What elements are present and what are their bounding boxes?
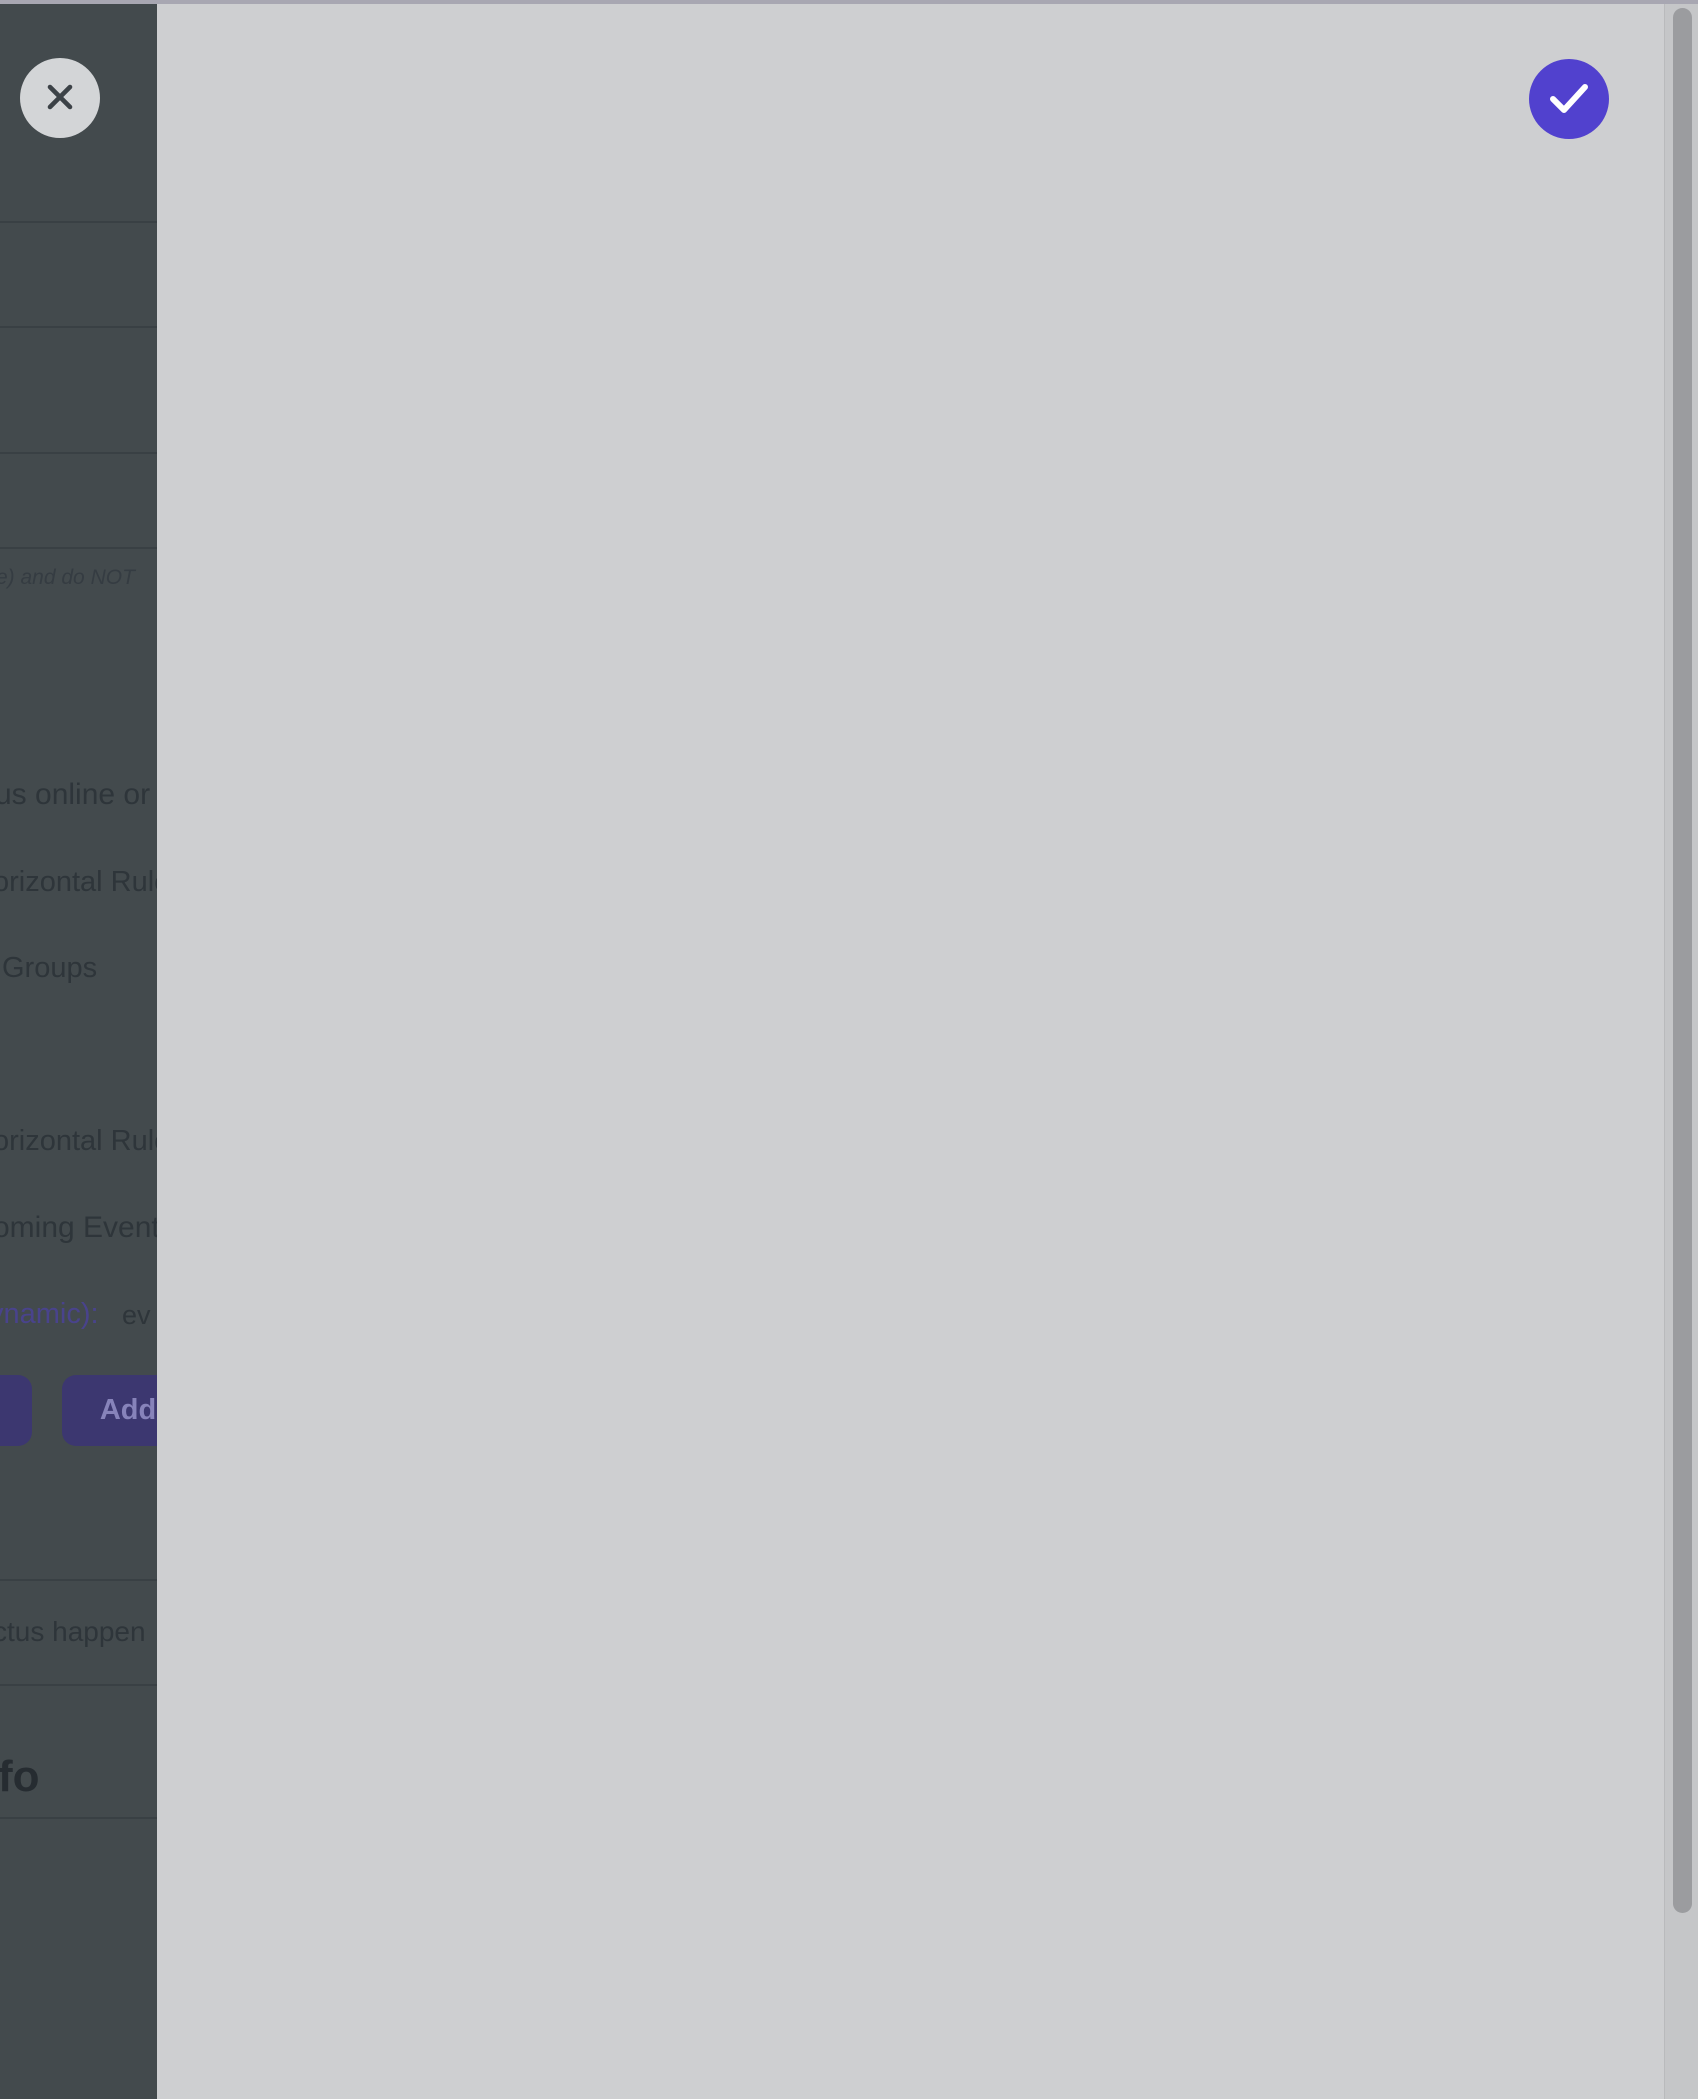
sidebar-dynamic-value-fragment: ev [122, 1300, 151, 1331]
sidebar-groups-fragment: Groups [2, 952, 97, 985]
sidebar-heading-fragment: us online or i [0, 778, 157, 812]
divider [0, 547, 157, 549]
sidebar-note-fragment: e) and do NOT [0, 566, 135, 590]
sidebar-dynamic-fragment: ynamic): [0, 1298, 99, 1331]
divider [0, 452, 157, 454]
sidebar-horizontal-rule-fragment: orizontal Rule [0, 866, 157, 899]
divider [0, 1579, 157, 1581]
sidebar-events-fragment: oming Events [0, 1211, 157, 1245]
divider [0, 1684, 157, 1686]
divider [0, 221, 157, 223]
save-confirm-button[interactable] [1529, 59, 1609, 139]
add-button: Add [62, 1375, 157, 1446]
divider [0, 1817, 157, 1819]
sidebar-text-fragment: ctus happen [0, 1616, 146, 1648]
scrollbar-thumb[interactable] [1673, 8, 1692, 1913]
sidebar-section-title-fragment: fo [0, 1752, 40, 1802]
top-window-strip [0, 0, 1698, 4]
sidebar-horizontal-rule-fragment: orizontal Rule [0, 1125, 157, 1158]
block-editor-panel [157, 4, 1698, 2099]
background-sidebar: e) and do NOT us online or i orizontal R… [0, 0, 157, 2099]
check-icon [1529, 58, 1609, 141]
app-root: e) and do NOT us online or i orizontal R… [0, 0, 1698, 2099]
close-icon [34, 71, 86, 126]
divider [0, 326, 157, 328]
close-button[interactable] [20, 58, 100, 138]
sidebar-button-stub [0, 1375, 32, 1446]
